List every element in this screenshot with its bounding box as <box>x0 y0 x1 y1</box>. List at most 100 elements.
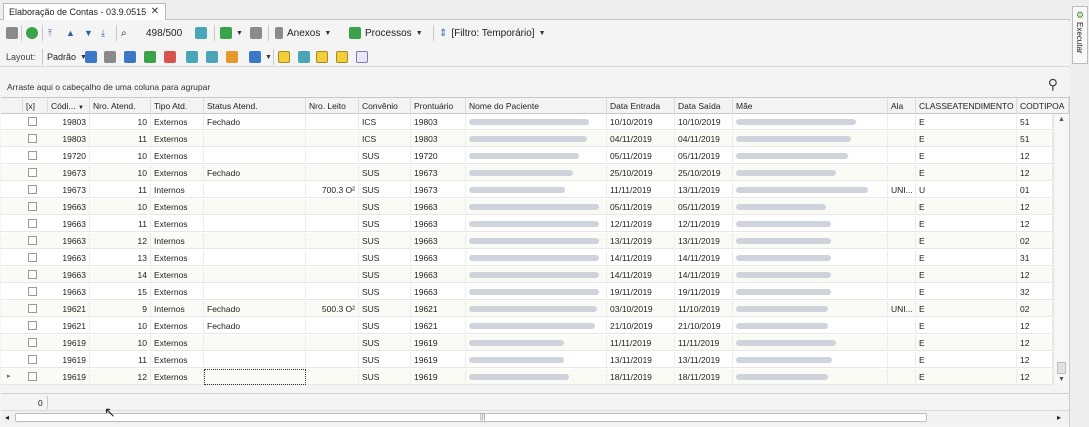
cell-nro-atend[interactable]: 10 <box>90 165 151 181</box>
view-toggle-2-icon[interactable] <box>298 49 310 65</box>
cell-codtipoa[interactable]: 12 <box>1017 318 1053 334</box>
cell-data-saida[interactable]: 05/11/2019 <box>675 199 733 215</box>
cell-nro-atend[interactable]: 10 <box>90 148 151 164</box>
cell-classe-atendimento[interactable]: E <box>916 131 1017 147</box>
cell-prontuario[interactable]: 19803 <box>411 114 466 130</box>
cell-status-atend[interactable] <box>204 233 306 249</box>
vertical-scrollbar[interactable]: ▲ ▼ <box>1053 114 1069 385</box>
cell-mae[interactable] <box>733 301 888 317</box>
cell-data-saida[interactable]: 14/11/2019 <box>675 250 733 266</box>
table-row[interactable]: 19663 14 Externos SUS 19663 14/11/2019 14/11/2… <box>1 267 1053 283</box>
column-header[interactable]: Nro. Atend. <box>90 98 151 114</box>
row-checkbox[interactable] <box>28 151 37 160</box>
table-row[interactable]: 19803 11 Externos ICS 19803 04/11/2019 04/11/2… <box>1 131 1053 147</box>
row-checkbox[interactable] <box>28 134 37 143</box>
view-toggle-3-icon[interactable] <box>316 49 328 65</box>
cell-nro-leito[interactable] <box>306 131 359 147</box>
cell-ala[interactable] <box>888 233 916 249</box>
cell-ala[interactable] <box>888 216 916 232</box>
print-icon[interactable] <box>250 25 262 41</box>
cell-codigo[interactable]: 19803 <box>48 131 90 147</box>
cell-data-saida[interactable]: 11/10/2019 <box>675 301 733 317</box>
cell-convenio[interactable]: SUS <box>359 284 411 300</box>
cell-nro-atend[interactable]: 14 <box>90 267 151 283</box>
cell-nro-leito[interactable] <box>306 250 359 266</box>
cell-prontuario[interactable]: 19619 <box>411 335 466 351</box>
cell-codigo[interactable]: 19673 <box>48 165 90 181</box>
cell-tipo-atd[interactable]: Externos <box>151 352 204 368</box>
cell-codtipoa[interactable]: 31 <box>1017 250 1053 266</box>
cell-codigo[interactable]: 19720 <box>48 148 90 164</box>
cell-status-atend[interactable] <box>204 369 306 385</box>
cell-ala[interactable] <box>888 318 916 334</box>
cell-ala[interactable] <box>888 250 916 266</box>
cell-tipo-atd[interactable]: Externos <box>151 165 204 181</box>
table-row[interactable]: 19663 15 Externos SUS 19663 19/11/2019 19/11/2… <box>1 284 1053 300</box>
cell-classe-atendimento[interactable]: E <box>916 250 1017 266</box>
cell-nro-atend[interactable]: 11 <box>90 182 151 198</box>
cell-ala[interactable] <box>888 369 916 385</box>
cell-convenio[interactable]: SUS <box>359 335 411 351</box>
cell-nome-paciente[interactable] <box>466 216 607 232</box>
cell-codtipoa[interactable]: 12 <box>1017 216 1053 232</box>
table-row[interactable]: 19619 10 Externos SUS 19619 11/11/2019 11/11/2… <box>1 335 1053 351</box>
cell-data-entrada[interactable]: 05/11/2019 <box>607 199 675 215</box>
layout-columns-icon[interactable] <box>186 49 198 65</box>
scroll-up-icon[interactable]: ▲ <box>1058 116 1065 123</box>
row-checkbox[interactable] <box>28 372 37 381</box>
cell-nome-paciente[interactable] <box>466 148 607 164</box>
cell-ala[interactable] <box>888 267 916 283</box>
scroll-thumb[interactable] <box>1057 362 1066 374</box>
cell-status-atend[interactable] <box>204 335 306 351</box>
horizontal-scrollbar[interactable]: ◂ ||| ▸ <box>1 410 1069 424</box>
cell-convenio[interactable]: SUS <box>359 233 411 249</box>
cell-status-atend[interactable] <box>204 131 306 147</box>
font-icon[interactable] <box>356 49 368 65</box>
cell-status-atend[interactable]: Fechado <box>204 301 306 317</box>
cell-data-entrada[interactable]: 03/10/2019 <box>607 301 675 317</box>
cell-codtipoa[interactable]: 12 <box>1017 335 1053 351</box>
cell-data-saida[interactable]: 11/11/2019 <box>675 335 733 351</box>
cell-classe-atendimento[interactable]: U <box>916 182 1017 198</box>
cell-prontuario[interactable]: 19673 <box>411 165 466 181</box>
cell-data-saida[interactable]: 18/11/2019 <box>675 369 733 385</box>
cell-nro-leito[interactable] <box>306 267 359 283</box>
column-header[interactable]: Ala <box>888 98 916 114</box>
cell-convenio[interactable]: SUS <box>359 148 411 164</box>
cell-data-saida[interactable]: 21/10/2019 <box>675 318 733 334</box>
table-row[interactable]: ▸ 19619 12 Externos SUS 19619 18/11/2019 18/11/… <box>1 369 1053 385</box>
cell-nro-atend[interactable]: 12 <box>90 233 151 249</box>
cell-prontuario[interactable]: 19803 <box>411 131 466 147</box>
cell-ala[interactable] <box>888 131 916 147</box>
cell-codtipoa[interactable]: 12 <box>1017 165 1053 181</box>
cell-mae[interactable] <box>733 131 888 147</box>
row-checkbox[interactable] <box>28 304 37 313</box>
cell-status-atend[interactable] <box>204 182 306 198</box>
find-icon[interactable]: ⌕ <box>121 25 127 41</box>
row-checkbox[interactable] <box>28 321 37 330</box>
view-toggle-1-icon[interactable] <box>278 49 290 65</box>
cell-ala[interactable] <box>888 148 916 164</box>
cell-nro-leito[interactable]: 500.3 O² <box>306 301 359 317</box>
cell-codtipoa[interactable]: 02 <box>1017 301 1053 317</box>
cell-data-entrada[interactable]: 10/10/2019 <box>607 114 675 130</box>
row-checkbox[interactable] <box>28 202 37 211</box>
scroll-left-icon[interactable]: ◂ <box>5 413 9 422</box>
edit-icon[interactable] <box>6 25 18 41</box>
row-checkbox[interactable] <box>28 253 37 262</box>
cell-nro-atend[interactable]: 12 <box>90 369 151 385</box>
cell-nome-paciente[interactable] <box>466 199 607 215</box>
row-checkbox[interactable] <box>28 338 37 347</box>
cell-codtipoa[interactable]: 51 <box>1017 131 1053 147</box>
cell-nro-atend[interactable]: 9 <box>90 301 151 317</box>
cell-convenio[interactable]: SUS <box>359 216 411 232</box>
cell-data-entrada[interactable]: 18/11/2019 <box>607 369 675 385</box>
cell-prontuario[interactable]: 19619 <box>411 369 466 385</box>
cell-ala[interactable] <box>888 352 916 368</box>
cell-nro-leito[interactable] <box>306 216 359 232</box>
cell-classe-atendimento[interactable]: E <box>916 199 1017 215</box>
cell-convenio[interactable]: SUS <box>359 352 411 368</box>
column-header[interactable]: Convênio <box>359 98 411 114</box>
search-icon[interactable]: ⚲ <box>1048 76 1058 93</box>
cell-status-atend[interactable] <box>204 199 306 215</box>
